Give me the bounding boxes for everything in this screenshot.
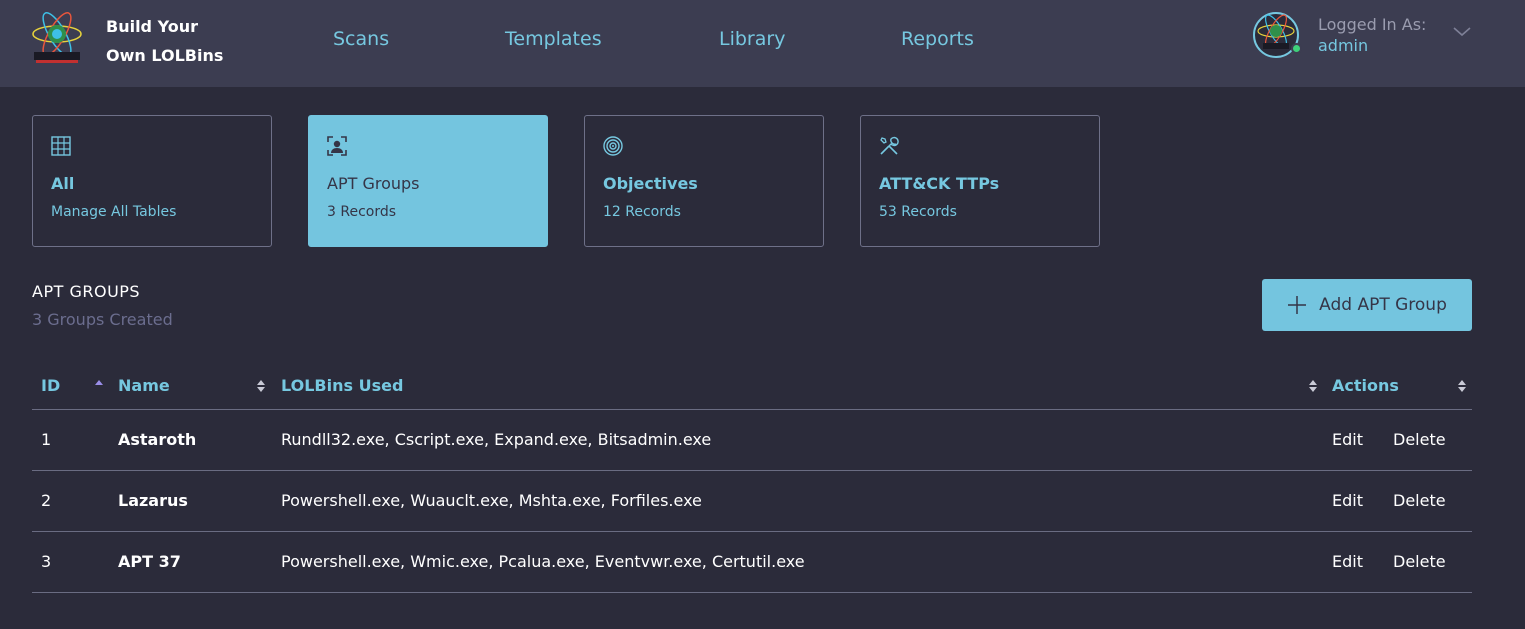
delete-button[interactable]: Delete bbox=[1393, 430, 1446, 449]
edit-button[interactable]: Edit bbox=[1332, 430, 1363, 449]
grid-icon bbox=[51, 136, 71, 156]
cell-lolbins: Powershell.exe, Wmic.exe, Pcalua.exe, Ev… bbox=[281, 552, 805, 571]
tools-icon bbox=[880, 136, 899, 155]
logged-in-label: Logged In As: bbox=[1318, 15, 1427, 34]
nav-scans[interactable]: Scans bbox=[333, 28, 389, 50]
cell-lolbins: Powershell.exe, Wuauclt.exe, Mshta.exe, … bbox=[281, 491, 702, 510]
delete-button[interactable]: Delete bbox=[1393, 552, 1446, 571]
chevron-down-icon[interactable] bbox=[1452, 24, 1472, 38]
delete-button[interactable]: Delete bbox=[1393, 491, 1446, 510]
nav-library[interactable]: Library bbox=[719, 28, 785, 50]
sort-asc-icon[interactable] bbox=[95, 379, 103, 393]
section-subtitle: 3 Groups Created bbox=[32, 310, 173, 329]
apt-groups-table: ID Name LOLBins Used Actions 1 Astaroth … bbox=[32, 366, 1472, 593]
user-scan-icon bbox=[327, 136, 347, 156]
sort-icon[interactable] bbox=[1309, 379, 1317, 393]
card-subtitle: Manage All Tables bbox=[51, 204, 177, 220]
sort-icon[interactable] bbox=[257, 379, 265, 393]
brand-line-1: Build Your bbox=[106, 17, 198, 36]
card-subtitle: 53 Records bbox=[879, 204, 957, 220]
logo-icon[interactable] bbox=[30, 12, 84, 66]
card-all[interactable]: All Manage All Tables bbox=[32, 115, 272, 247]
cell-name: Astaroth bbox=[118, 430, 197, 449]
card-title: APT Groups bbox=[327, 174, 420, 193]
cell-name: Lazarus bbox=[118, 491, 188, 510]
nav-templates[interactable]: Templates bbox=[505, 28, 602, 50]
edit-button[interactable]: Edit bbox=[1332, 552, 1363, 571]
cell-name: APT 37 bbox=[118, 552, 181, 571]
card-objectives[interactable]: Objectives 12 Records bbox=[584, 115, 824, 247]
add-apt-group-button[interactable]: Add APT Group bbox=[1262, 279, 1472, 331]
target-icon bbox=[603, 136, 623, 156]
top-header: Build Your Own LOLBins Scans Templates L… bbox=[0, 0, 1525, 87]
card-attck-ttps[interactable]: ATT&CK TTPs 53 Records bbox=[860, 115, 1100, 247]
cell-id: 2 bbox=[41, 491, 52, 510]
online-status-indicator bbox=[1291, 43, 1302, 54]
table-row: 3 APT 37 Powershell.exe, Wmic.exe, Pcalu… bbox=[32, 532, 1472, 593]
plus-icon bbox=[1288, 296, 1307, 314]
section-title: APT GROUPS bbox=[32, 282, 141, 301]
card-subtitle: 3 Records bbox=[327, 204, 397, 220]
table-header: ID Name LOLBins Used Actions bbox=[32, 366, 1472, 410]
cell-id: 3 bbox=[41, 552, 52, 571]
sort-icon[interactable] bbox=[1458, 379, 1466, 393]
nav-reports[interactable]: Reports bbox=[901, 28, 974, 50]
cell-lolbins: Rundll32.exe, Cscript.exe, Expand.exe, B… bbox=[281, 430, 712, 449]
column-header-id[interactable]: ID bbox=[41, 376, 60, 395]
column-header-actions[interactable]: Actions bbox=[1332, 376, 1399, 395]
card-subtitle: 12 Records bbox=[603, 204, 681, 220]
card-title: All bbox=[51, 174, 75, 193]
cell-id: 1 bbox=[41, 430, 52, 449]
card-title: Objectives bbox=[603, 174, 698, 193]
username: admin bbox=[1318, 36, 1369, 55]
card-apt-groups[interactable]: APT Groups 3 Records bbox=[308, 115, 548, 247]
column-header-lolbins[interactable]: LOLBins Used bbox=[281, 376, 403, 395]
table-row: 2 Lazarus Powershell.exe, Wuauclt.exe, M… bbox=[32, 471, 1472, 532]
column-header-name[interactable]: Name bbox=[118, 376, 170, 395]
app-brand: Build Your Own LOLBins bbox=[106, 12, 223, 70]
add-button-label: Add APT Group bbox=[1319, 295, 1447, 315]
table-row: 1 Astaroth Rundll32.exe, Cscript.exe, Ex… bbox=[32, 410, 1472, 471]
brand-line-2: Own LOLBins bbox=[106, 46, 224, 65]
edit-button[interactable]: Edit bbox=[1332, 491, 1363, 510]
card-title: ATT&CK TTPs bbox=[879, 174, 1000, 193]
